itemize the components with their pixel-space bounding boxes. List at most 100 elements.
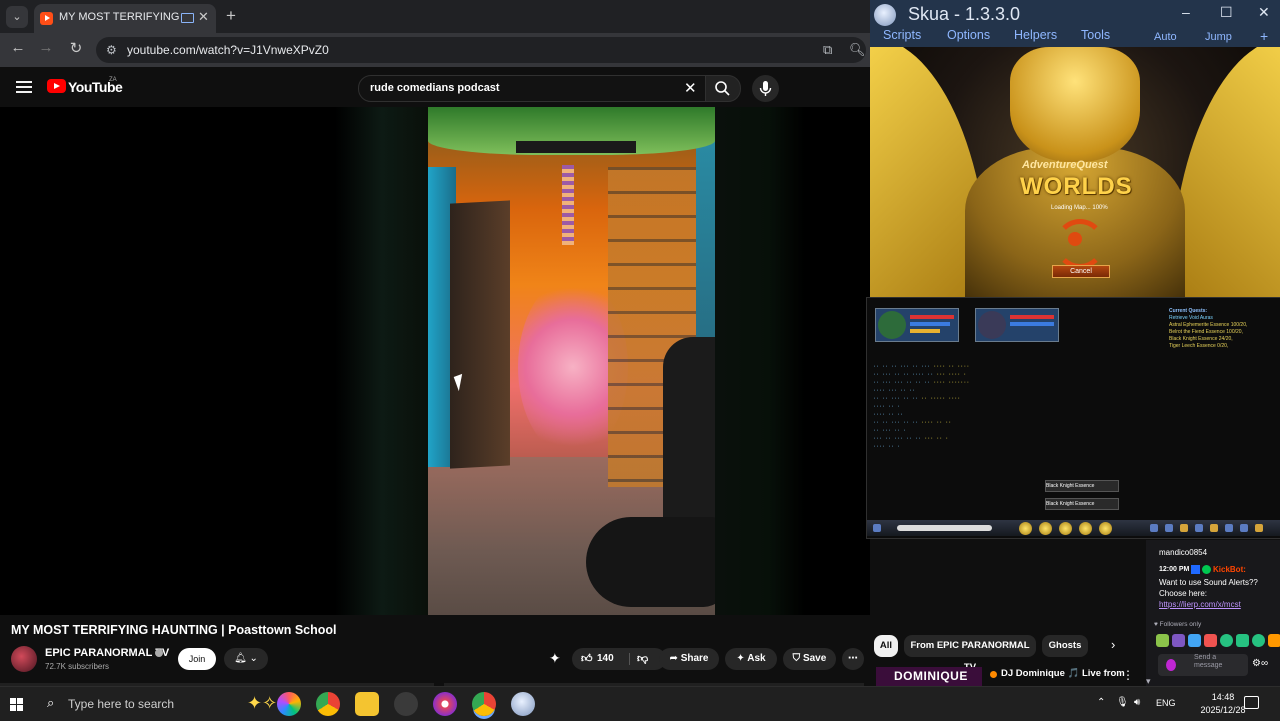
skill-1-icon[interactable]	[1019, 522, 1032, 535]
chat-settings-icon[interactable]: ⚙∞	[1252, 658, 1268, 669]
collapse-arrow-icon[interactable]: ▾	[1146, 676, 1151, 686]
drop-notification[interactable]: Black Knight Essence	[1045, 498, 1119, 510]
more-options-icon[interactable]: ⋮	[1122, 668, 1134, 682]
clock[interactable]: 14:48 2025/12/28	[1198, 691, 1248, 717]
emote-icon[interactable]	[1220, 634, 1233, 647]
skua-taskbar-icon[interactable]	[511, 692, 535, 716]
tab-close-icon[interactable]: ✕	[198, 9, 209, 25]
chat-input[interactable]	[897, 525, 992, 531]
taskbar-search-box[interactable]: ⌕ Type here to search ✦✧	[37, 692, 277, 716]
emote-icon[interactable]	[1172, 634, 1185, 647]
new-tab-button[interactable]: +	[226, 6, 236, 26]
close-icon[interactable]: ✕	[1258, 4, 1270, 21]
notification-icon[interactable]	[1244, 696, 1259, 709]
recommendation-title[interactable]: DJ Dominique 🎵 Live from Japan | Pure Vi…	[1001, 668, 1126, 679]
target-portrait[interactable]	[975, 308, 1059, 342]
like-icon[interactable]: 👍︎	[581, 648, 593, 670]
ai-sparkle-icon[interactable]: ✦	[549, 650, 561, 667]
skill-3-icon[interactable]	[1059, 522, 1072, 535]
player-portrait[interactable]	[875, 308, 959, 342]
menu-options[interactable]: Options	[947, 28, 990, 42]
volume-icon[interactable]: 🔊︎	[1134, 697, 1140, 708]
emote-icon[interactable]	[1156, 634, 1169, 647]
menu-tools[interactable]: Tools	[1081, 28, 1110, 42]
video-player[interactable]	[0, 107, 870, 615]
app-icon[interactable]	[433, 692, 457, 716]
like-count[interactable]: 140	[597, 648, 614, 670]
menu-helpers[interactable]: Helpers	[1014, 28, 1057, 42]
tab-search-button[interactable]: ⌄	[6, 6, 28, 28]
chat-toggle-icon[interactable]	[873, 524, 881, 532]
save-button[interactable]: ⛉ Save	[783, 648, 836, 670]
house-icon[interactable]	[1240, 524, 1248, 532]
back-button[interactable]: ←	[8, 39, 28, 56]
youtube-logo-icon[interactable]	[47, 79, 66, 93]
search-button[interactable]	[705, 75, 741, 102]
bag-icon[interactable]	[1165, 524, 1173, 532]
chevron-down-icon: ⌄	[249, 653, 258, 664]
drop-notification[interactable]: Black Knight Essence	[1045, 480, 1119, 492]
menu-auto[interactable]: Auto	[1154, 31, 1177, 43]
search-input[interactable]: rude comedians podcast ✕	[358, 75, 706, 102]
share-button[interactable]: ➦ Share	[659, 648, 719, 670]
clear-search-icon[interactable]: ✕	[684, 79, 697, 97]
search-highlight-icon[interactable]: ✦✧	[247, 693, 277, 714]
dislike-icon[interactable]: 👎︎	[637, 648, 648, 670]
voice-search-button[interactable]	[752, 75, 779, 102]
chrome-icon[interactable]	[316, 692, 340, 716]
chip-ghosts[interactable]: Ghosts	[1042, 635, 1088, 657]
chat-link[interactable]: https://lierp.com/x/mcst	[1159, 600, 1241, 609]
menu-add[interactable]: +	[1260, 28, 1268, 44]
channel-name[interactable]: EPIC PARANORMAL TV	[45, 647, 169, 659]
menu-jump[interactable]: Jump	[1205, 31, 1232, 43]
friends-icon[interactable]	[1195, 524, 1203, 532]
chip-all[interactable]: All	[874, 635, 898, 657]
more-actions-button[interactable]: ⋯	[842, 648, 864, 670]
tray-expand-icon[interactable]: ⌃	[1097, 697, 1105, 708]
shop-icon[interactable]	[1210, 524, 1218, 532]
options-icon[interactable]	[1225, 524, 1233, 532]
menu-icon[interactable]	[16, 81, 32, 83]
start-icon[interactable]	[10, 698, 23, 711]
maximize-icon[interactable]: ☐	[1220, 4, 1233, 21]
minimize-icon[interactable]: –	[1182, 4, 1190, 20]
emote-icon[interactable]	[1236, 634, 1249, 647]
skill-2-icon[interactable]	[1039, 522, 1052, 535]
video-frame[interactable]	[428, 107, 715, 615]
chrome-active-icon[interactable]	[472, 692, 496, 716]
ask-button[interactable]: ✦ Ask	[725, 648, 777, 670]
menu-icon[interactable]	[1150, 524, 1158, 532]
game-loading-screen[interactable]: AdventureQuest WORLDS Loading Map... 100…	[870, 47, 1280, 297]
emote-icon[interactable]	[1188, 634, 1201, 647]
zoom-icon[interactable]: 🔍︎	[849, 42, 866, 58]
quest-tracker[interactable]: Current Quests: Retrieve Void Auras Astr…	[1169, 308, 1277, 350]
install-app-icon[interactable]: ⧉	[823, 42, 832, 58]
skill-5-icon[interactable]	[1099, 522, 1112, 535]
emote-icon[interactable]	[1268, 634, 1280, 647]
channel-avatar[interactable]	[11, 646, 37, 672]
menu-scripts[interactable]: Scripts	[883, 28, 921, 42]
skill-4-icon[interactable]	[1079, 522, 1092, 535]
reload-button[interactable]: ↻	[66, 39, 86, 57]
quest-icon[interactable]	[1180, 524, 1188, 532]
microphone-tray-icon[interactable]: 🎙︎	[1116, 697, 1129, 708]
join-button[interactable]: Join	[178, 648, 216, 670]
notification-bell-button[interactable]: 🔔︎ ⌄	[224, 648, 268, 670]
tab-youtube[interactable]: MY MOST TERRIFYING HAUNTING | Poasttown …	[34, 4, 216, 33]
bot-name[interactable]: KickBot:	[1213, 565, 1246, 574]
emote-icon[interactable]	[1252, 634, 1265, 647]
forward-button[interactable]: →	[36, 39, 56, 56]
map-icon[interactable]	[1255, 524, 1263, 532]
language-indicator[interactable]: ENG	[1156, 698, 1176, 708]
copilot-icon[interactable]	[277, 692, 301, 716]
site-info-icon[interactable]: ⚙	[106, 43, 117, 57]
emote-picker-icon[interactable]	[1166, 659, 1176, 671]
chat-username[interactable]: mandico0854	[1159, 548, 1207, 557]
address-bar[interactable]: ⚙ youtube.com/watch?v=J1VnweXPvZ0 ⧉ 🔍︎	[96, 37, 866, 63]
chevron-right-icon[interactable]: ›	[1111, 637, 1115, 652]
emote-icon[interactable]	[1204, 634, 1217, 647]
chip-from-channel[interactable]: From EPIC PARANORMAL TV	[904, 635, 1036, 673]
cancel-button[interactable]: Cancel	[1052, 265, 1110, 278]
obs-icon[interactable]	[394, 692, 418, 716]
file-explorer-icon[interactable]	[355, 692, 379, 716]
